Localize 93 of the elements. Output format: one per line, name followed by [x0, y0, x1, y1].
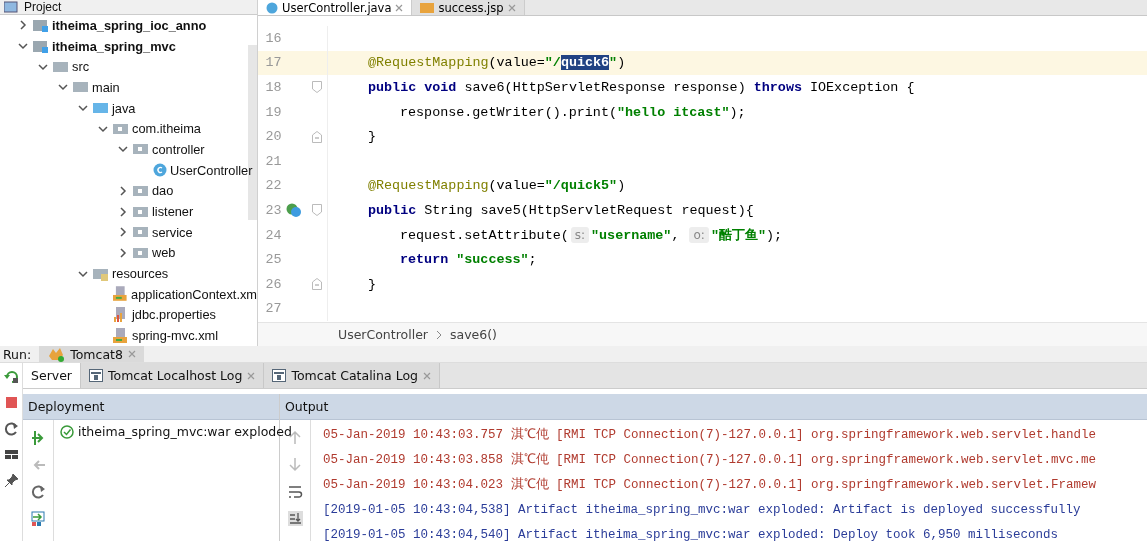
log-tab[interactable]: Server	[23, 363, 81, 388]
folder-icon	[53, 59, 69, 74]
log-line: 05-Jan-2019 10:43:03.757 淇℃伅 [RMI TCP Connection(7)-127.0.0.1] org.springframework.web.servlet.handle	[323, 426, 1097, 444]
rerun-icon[interactable]	[3, 369, 19, 384]
tree-item[interactable]: java	[112, 100, 136, 116]
folder-icon	[133, 245, 149, 260]
panel-header: Deployment	[23, 394, 279, 420]
file-icon	[113, 327, 129, 344]
breadcrumb[interactable]: save6()	[450, 327, 497, 342]
folder-icon	[73, 80, 89, 95]
code-line: }	[367, 276, 377, 292]
stop-icon[interactable]	[3, 395, 19, 410]
chevron-right-icon[interactable]	[118, 226, 128, 239]
folder-icon	[133, 142, 149, 157]
layout-icon[interactable]	[3, 447, 19, 462]
code-line: public void save6(HttpServletResponse response) throws IOException {	[367, 80, 915, 95]
code-line: @RequestMapping(value="/quick5")	[367, 178, 626, 194]
tree-item[interactable]: itheima_spring_ioc_anno	[52, 17, 207, 33]
panel-header: Output	[280, 394, 1147, 420]
folder-icon	[133, 204, 149, 219]
file-icon	[420, 2, 435, 13]
breadcrumb[interactable]: UserController	[338, 327, 428, 342]
line-number: 24	[264, 227, 282, 243]
tree-item[interactable]: listener	[152, 204, 194, 220]
module-icon	[33, 18, 49, 33]
editor-tab[interactable]: UserController.java	[258, 0, 413, 15]
class-icon	[266, 1, 278, 14]
log-line: [2019-01-05 10:43:04,538] Artifact itheima_spring_mvc:war exploded: Artifact is deployed successfully	[323, 501, 1082, 519]
panel-title[interactable]: Project	[24, 0, 62, 14]
tree-item[interactable]: controller	[152, 141, 205, 157]
module-icon	[33, 39, 49, 54]
folder-icon	[113, 121, 129, 136]
restart-icon[interactable]	[3, 421, 19, 436]
chevron-right-icon[interactable]	[118, 184, 128, 197]
code-line: response.getWriter().print("hello itcast");	[399, 104, 746, 120]
line-number: 18	[264, 80, 282, 95]
wrap-icon[interactable]	[287, 484, 303, 499]
log-line: [2019-01-05 10:43:04,540] Artifact itheima_spring_mvc:war exploded: Deploy took 6,950 milliseconds	[323, 526, 1060, 541]
line-number: 26	[264, 276, 282, 292]
log-icon	[272, 369, 287, 382]
code-line: request.setAttribute( s: "username", o: "酷丁鱼");	[399, 226, 783, 245]
deployment-item[interactable]: itheima_spring_mvc:war exploded	[78, 424, 292, 439]
pin-icon[interactable]	[3, 473, 19, 488]
folder-icon	[93, 101, 109, 116]
chevron-right-icon[interactable]	[118, 205, 128, 218]
tree-item[interactable]: main	[92, 79, 120, 95]
tree-item[interactable]: spring-mvc.xml	[132, 328, 219, 344]
code-line: }	[367, 129, 377, 145]
tree-item[interactable]: applicationContext.xm	[131, 286, 257, 302]
code-line: return "success";	[399, 252, 537, 268]
scroll-to-end-icon[interactable]	[287, 511, 303, 526]
tree-item[interactable]: resources	[112, 266, 169, 282]
log-tab[interactable]: Tomcat Localhost Log	[81, 363, 265, 388]
close-icon[interactable]	[395, 3, 404, 12]
tree-item[interactable]: service	[152, 224, 193, 240]
line-number: 21	[264, 153, 282, 169]
tree-item[interactable]: com.itheima	[132, 121, 201, 137]
folder-icon	[133, 183, 149, 198]
tree-item[interactable]: dao	[152, 183, 174, 199]
class-icon	[153, 163, 167, 178]
line-number: 19	[264, 104, 282, 120]
log-icon	[89, 369, 103, 382]
tree-item[interactable]: jdbc.properties	[132, 307, 216, 323]
tree-item[interactable]: src	[72, 59, 90, 75]
line-number: 22	[264, 178, 282, 194]
deploy-icon[interactable]	[30, 430, 46, 445]
tree-item[interactable]: itheima_spring_mvc	[52, 38, 176, 54]
line-number: 23	[264, 202, 282, 218]
log-tab[interactable]: Tomcat Catalina Log	[264, 363, 440, 388]
panel-icon	[4, 1, 18, 13]
line-number: 27	[264, 301, 282, 317]
line-number: 16	[264, 30, 282, 46]
folder-icon	[133, 225, 149, 240]
chevron-right-icon[interactable]	[118, 246, 128, 259]
code-line: public String save5(HttpServletRequest request){	[367, 202, 754, 218]
tree-item[interactable]: web	[152, 245, 176, 261]
line-number: 25	[264, 252, 282, 268]
line-number: 17	[264, 55, 282, 71]
editor-tab[interactable]: success.jsp	[412, 0, 525, 15]
log-line: 05-Jan-2019 10:43:03.858 淇℃伅 [RMI TCP Connection(7)-127.0.0.1] org.springframework.web.servlet.mvc.me	[323, 451, 1097, 469]
bean-icon[interactable]	[286, 202, 303, 219]
file-icon	[112, 286, 129, 303]
chevron-right-icon	[436, 329, 442, 340]
code-line: @RequestMapping(value="/quick6")	[367, 55, 626, 71]
log-line: 05-Jan-2019 10:43:04.023 淇℃伅 [RMI TCP Connection(7)-127.0.0.1] org.springframework.web.servlet.Framew	[323, 476, 1097, 494]
folder-icon	[93, 266, 109, 281]
line-number: 20	[264, 129, 282, 145]
chevron-right-icon[interactable]	[18, 19, 28, 32]
run-label: Run:	[3, 346, 32, 362]
refresh-icon[interactable]	[30, 484, 46, 499]
run-config-tab[interactable]: Tomcat8	[39, 346, 144, 362]
tree-item[interactable]: UserController	[170, 162, 253, 178]
transfer-icon[interactable]	[30, 511, 46, 526]
